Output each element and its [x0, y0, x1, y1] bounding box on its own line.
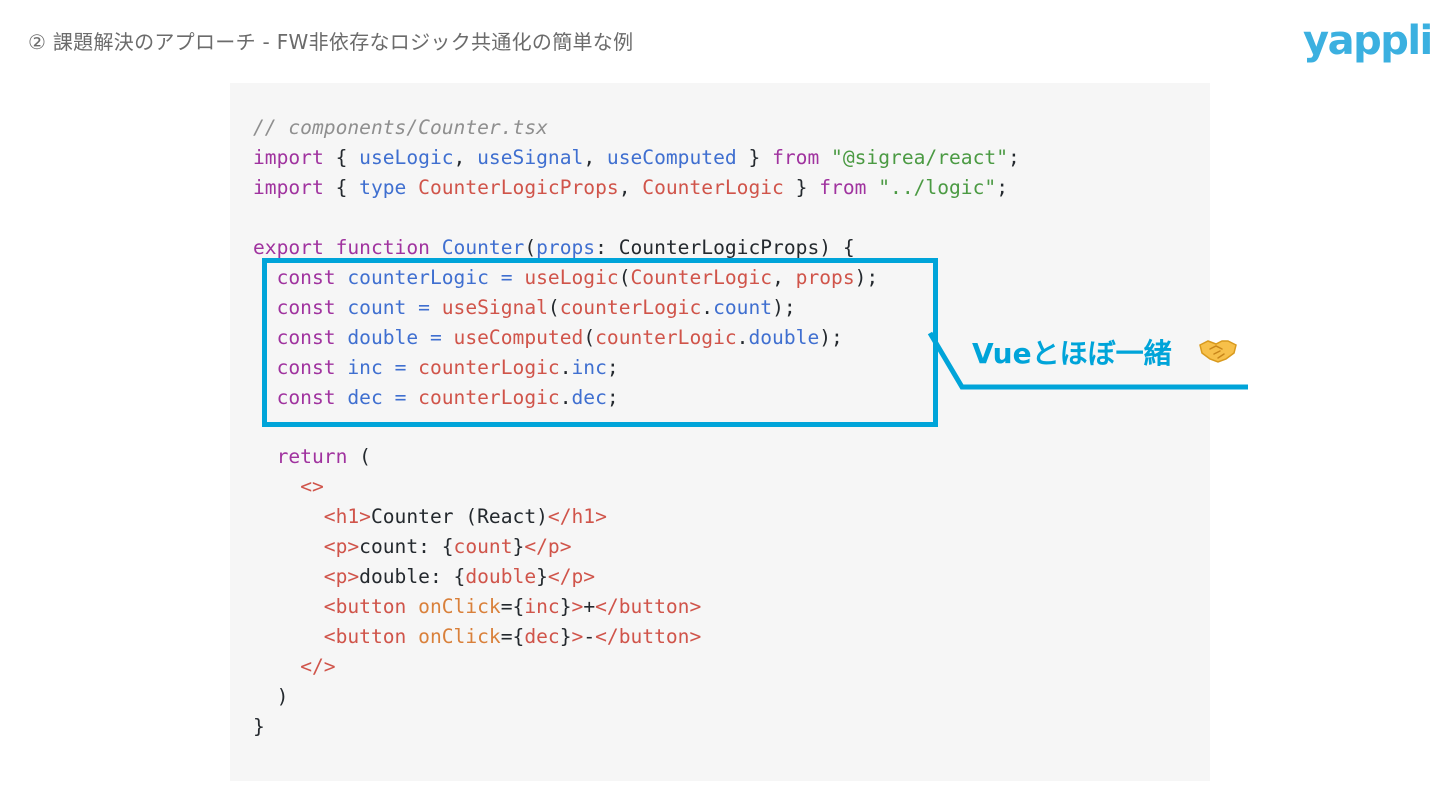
handshake-icon: [1199, 340, 1237, 363]
callout-text: Vueとほぼ一緒: [972, 337, 1172, 370]
callout-connector: [927, 331, 1248, 390]
